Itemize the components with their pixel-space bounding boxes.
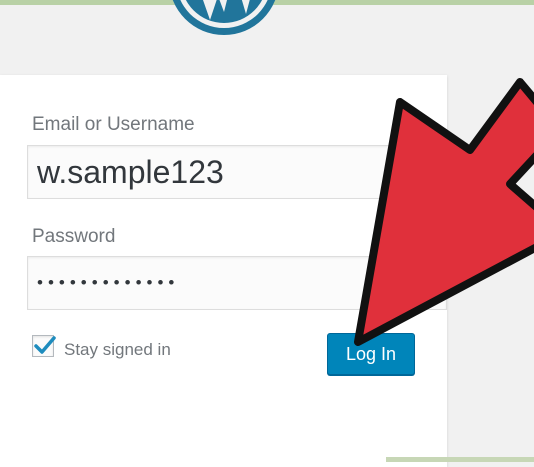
remember-me-checkbox[interactable] bbox=[32, 335, 56, 357]
checkmark-icon bbox=[34, 336, 56, 354]
username-label: Email or Username bbox=[32, 114, 195, 135]
password-input[interactable] bbox=[27, 256, 447, 310]
password-label: Password bbox=[32, 226, 116, 247]
remember-me-label: Stay signed in bbox=[64, 340, 171, 359]
username-input[interactable] bbox=[27, 145, 447, 199]
wordpress-logo-icon bbox=[172, 0, 276, 35]
bottom-banner-strip bbox=[386, 457, 534, 462]
login-button[interactable]: Log In bbox=[327, 333, 415, 375]
